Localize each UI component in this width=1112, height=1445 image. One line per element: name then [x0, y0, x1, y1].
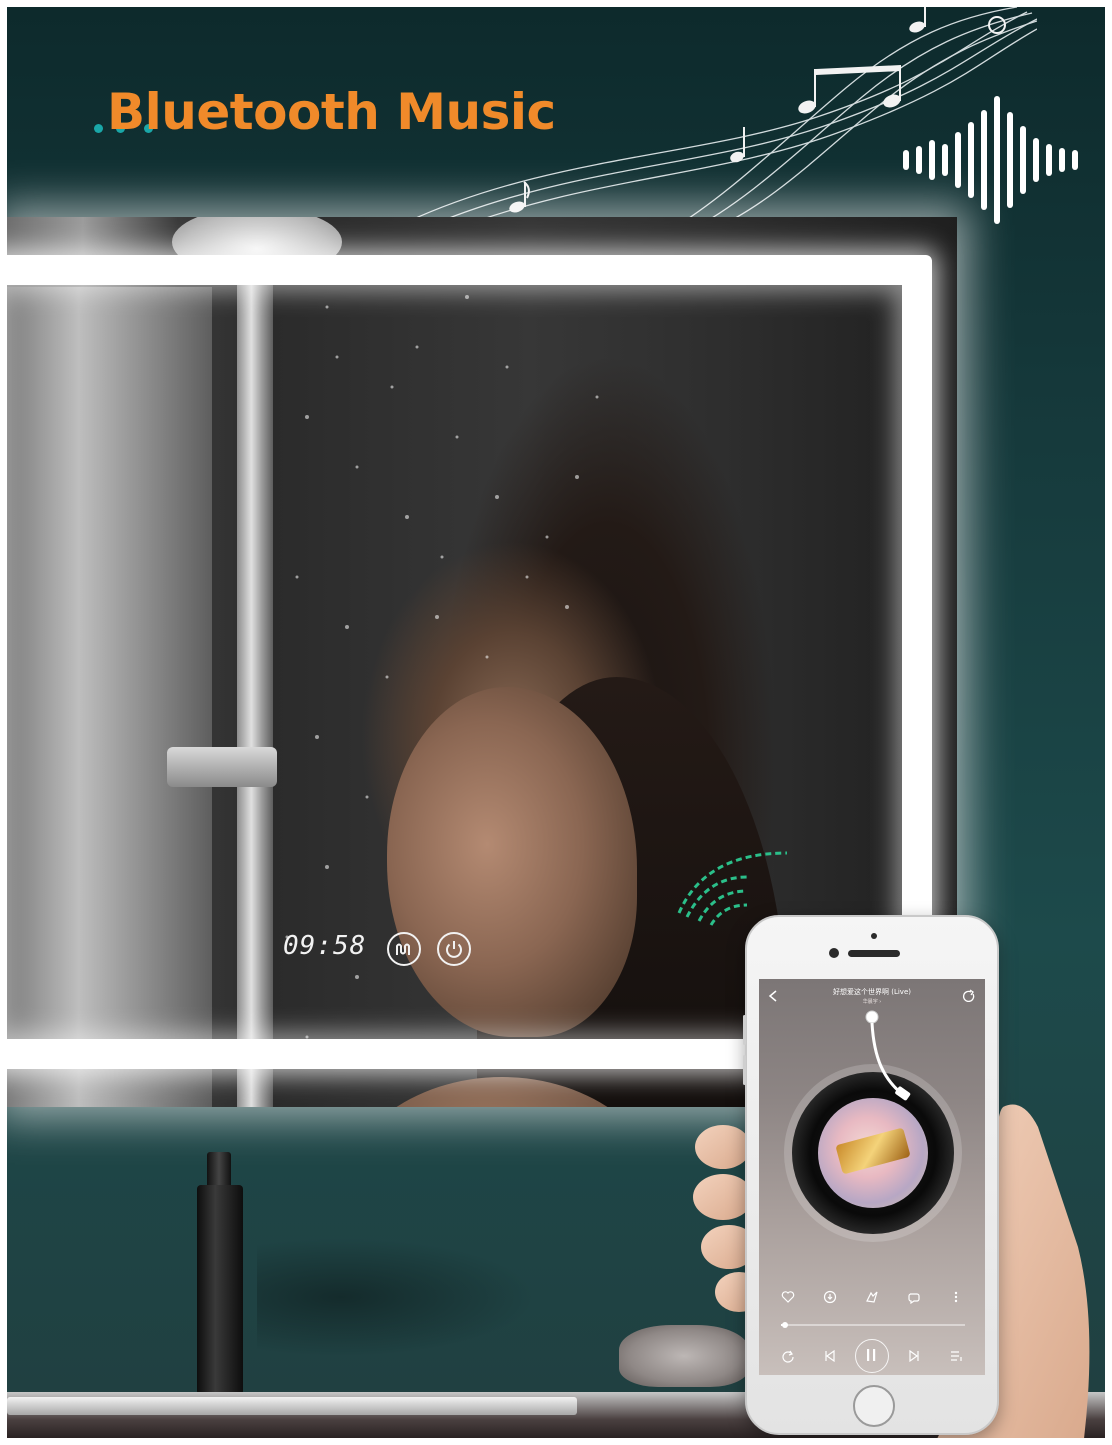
teal-dot — [94, 124, 103, 133]
basin-rim — [7, 1397, 577, 1415]
progress-knob[interactable] — [781, 1322, 788, 1328]
volume-button — [743, 1015, 746, 1045]
progress-bar[interactable] — [781, 1322, 965, 1328]
previous-icon[interactable] — [823, 1349, 837, 1363]
sensor — [871, 933, 877, 939]
defog-button[interactable] — [387, 932, 421, 966]
comment-icon[interactable] — [865, 1290, 879, 1304]
song-artist[interactable]: 华晨宇 › — [759, 998, 985, 1005]
pause-button[interactable] — [855, 1339, 889, 1373]
more-icon[interactable] — [949, 1290, 963, 1304]
volume-button — [743, 1055, 746, 1085]
music-app-screen: 好想爱这个世界啊 (Live) 华晨宇 › — [759, 979, 985, 1375]
black-faucet — [197, 1185, 243, 1395]
power-button[interactable] — [437, 932, 471, 966]
share-icon[interactable] — [907, 1290, 921, 1304]
faucet-shadow — [257, 1237, 537, 1357]
defog-heater-icon — [396, 943, 410, 955]
tonearm-icon — [865, 1010, 911, 1101]
playlist-icon[interactable] — [949, 1349, 963, 1363]
pause-icon — [867, 1349, 876, 1361]
action-row — [759, 1288, 985, 1308]
download-icon[interactable] — [823, 1290, 837, 1304]
share-icon[interactable] — [962, 989, 976, 1003]
playback-controls — [759, 1339, 985, 1373]
heart-icon[interactable] — [781, 1290, 795, 1304]
smartphone: 好想爱这个世界啊 (Live) 华晨宇 › — [743, 915, 999, 1435]
album-title-art — [835, 1127, 911, 1175]
product-banner: Bluetooth Music 09:58 好想爱这个世界啊 (Live) 华晨… — [7, 7, 1105, 1438]
power-icon — [446, 941, 462, 958]
mirror-clock: 09:58 — [283, 931, 367, 961]
repeat-icon[interactable] — [781, 1349, 795, 1363]
earpiece — [848, 950, 900, 957]
front-camera — [829, 948, 839, 958]
song-title: 好想爱这个世界啊 (Live) — [833, 988, 911, 996]
next-icon[interactable] — [907, 1349, 921, 1363]
home-button[interactable] — [853, 1385, 895, 1427]
